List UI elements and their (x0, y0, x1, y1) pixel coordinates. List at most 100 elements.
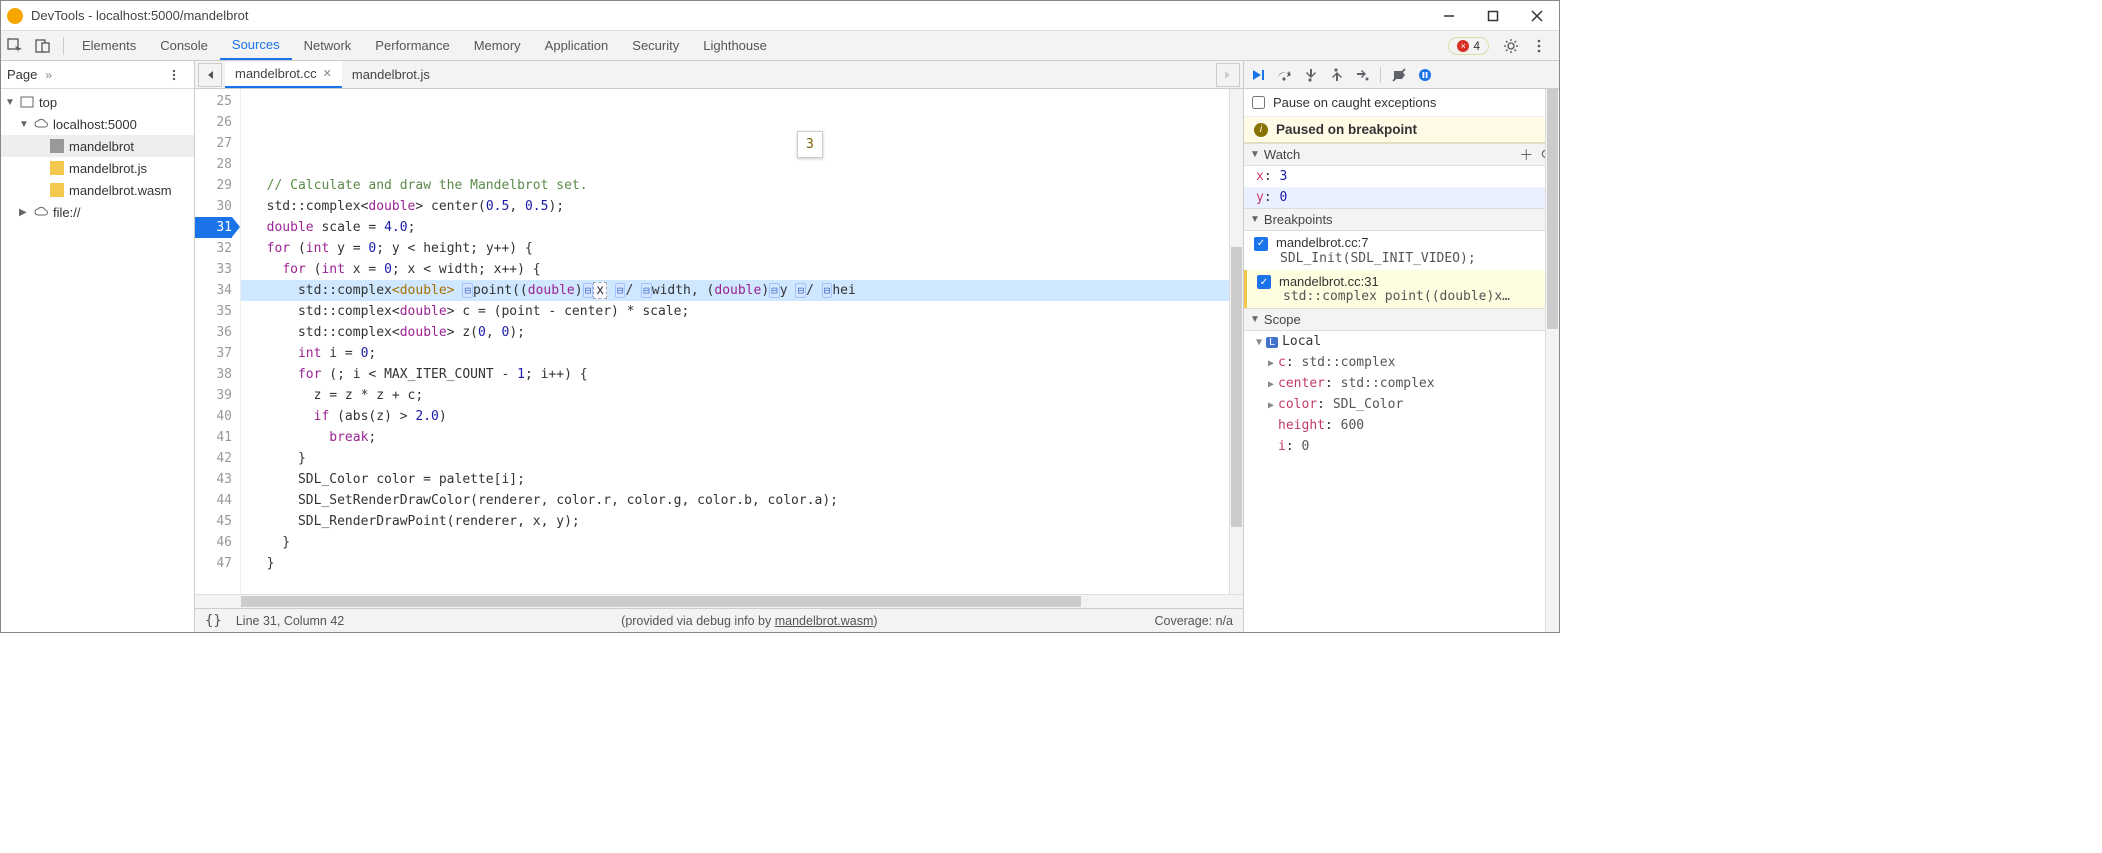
breakpoint-item[interactable]: ✓mandelbrot.cc:7SDL_Init(SDL_INIT_VIDEO)… (1244, 231, 1559, 270)
cursor-position: Line 31, Column 42 (236, 614, 344, 628)
error-count: 4 (1473, 39, 1480, 53)
navigator-tab-page[interactable]: Page (7, 67, 37, 82)
panel-tab-lighthouse[interactable]: Lighthouse (691, 31, 779, 60)
code-line[interactable]: double scale = 4.0; (241, 217, 1229, 238)
close-icon[interactable]: ✕ (323, 67, 332, 80)
watch-item[interactable]: y: 0 (1244, 187, 1559, 208)
tree-file-mandelbrot-js[interactable]: mandelbrot.js (1, 157, 194, 179)
code-line[interactable]: z = z * z + c; (241, 385, 1229, 406)
coverage-status: Coverage: n/a (1154, 614, 1233, 628)
step-out-icon[interactable] (1326, 65, 1346, 85)
value-tooltip: 3 (797, 131, 823, 158)
code-line[interactable]: } (241, 448, 1229, 469)
cloud-icon (34, 205, 48, 219)
code-line[interactable]: int i = 0; (241, 343, 1229, 364)
nav-prev-icon[interactable] (198, 63, 222, 87)
panel-tab-network[interactable]: Network (292, 31, 364, 60)
titlebar: DevTools - localhost:5000/mandelbrot (1, 1, 1559, 31)
minimize-button[interactable] (1427, 1, 1471, 31)
code-line[interactable]: SDL_Color color = palette[i]; (241, 469, 1229, 490)
tree-file-mandelbrot-wasm[interactable]: mandelbrot.wasm (1, 179, 194, 201)
step-over-icon[interactable] (1274, 65, 1294, 85)
pause-exceptions-icon[interactable] (1415, 65, 1435, 85)
tree-file-mandelbrot[interactable]: mandelbrot (1, 135, 194, 157)
code-line[interactable]: SDL_SetRenderDrawColor(renderer, color.r… (241, 490, 1229, 511)
deactivate-breakpoints-icon[interactable] (1389, 65, 1409, 85)
code-line[interactable]: break; (241, 427, 1229, 448)
scope-variable[interactable]: ▶center: std::complex (1244, 373, 1559, 394)
scope-variable[interactable]: ▶height: 600 (1244, 415, 1559, 436)
panel-tab-elements[interactable]: Elements (70, 31, 148, 60)
scope-local[interactable]: ▼LLocal (1244, 331, 1559, 352)
code-line[interactable]: std::complex<double> center(0.5, 0.5); (241, 196, 1229, 217)
code-editor[interactable]: 3 // Calculate and draw the Mandelbrot s… (241, 89, 1229, 594)
maximize-button[interactable] (1471, 1, 1515, 31)
navigator-menu-icon[interactable] (161, 62, 187, 88)
pretty-print-icon[interactable]: {} (205, 613, 222, 629)
main-toolbar: ElementsConsoleSourcesNetworkPerformance… (1, 31, 1559, 61)
scope-variable[interactable]: ▶color: SDL_Color (1244, 394, 1559, 415)
panel-tab-console[interactable]: Console (148, 31, 220, 60)
code-line[interactable]: } (241, 553, 1229, 574)
code-line[interactable]: SDL_RenderDrawPoint(renderer, x, y); (241, 511, 1229, 532)
panel-tab-application[interactable]: Application (533, 31, 621, 60)
info-icon: i (1254, 123, 1268, 137)
panel-tab-sources[interactable]: Sources (220, 31, 292, 60)
line-gutter[interactable]: 2526272829303132333435363738394041424344… (195, 89, 241, 594)
tree-top-frame[interactable]: ▼ top (1, 91, 194, 113)
panel-tab-performance[interactable]: Performance (363, 31, 461, 60)
file-tab-mandelbrot-cc[interactable]: mandelbrot.cc ✕ (225, 61, 342, 88)
breakpoint-checkbox[interactable]: ✓ (1254, 237, 1268, 251)
code-line[interactable]: for (int y = 0; y < height; y++) { (241, 238, 1229, 259)
code-line[interactable]: std::complex<double> z(0, 0); (241, 322, 1229, 343)
tree-domain[interactable]: ▼ localhost:5000 (1, 113, 194, 135)
editor-area: mandelbrot.cc ✕ mandelbrot.js 2526272829… (195, 61, 1243, 632)
file-tabs: mandelbrot.cc ✕ mandelbrot.js (195, 61, 1243, 89)
settings-icon[interactable] (1498, 33, 1524, 59)
debug-source-link[interactable]: mandelbrot.wasm (775, 614, 874, 628)
code-line[interactable] (241, 154, 1229, 175)
navigator-header: Page » (1, 61, 194, 89)
navigator-more-tabs[interactable]: » (45, 68, 160, 82)
tree-file-scheme[interactable]: ▶ file:// (1, 201, 194, 223)
code-line[interactable]: // Calculate and draw the Mandelbrot set… (241, 175, 1229, 196)
watch-section-header[interactable]: ▼Watch ＋ ⟳ (1244, 143, 1559, 166)
scope-variable[interactable]: ▶i: 0 (1244, 436, 1559, 457)
pause-on-caught-checkbox[interactable] (1252, 96, 1265, 109)
breakpoints-section-header[interactable]: ▼Breakpoints (1244, 208, 1559, 231)
close-button[interactable] (1515, 1, 1559, 31)
code-line[interactable]: if (abs(z) > 2.0) (241, 406, 1229, 427)
editor-horizontal-scrollbar[interactable] (241, 595, 1229, 608)
window-title: DevTools - localhost:5000/mandelbrot (31, 8, 1427, 23)
panel-tab-memory[interactable]: Memory (462, 31, 533, 60)
watch-item[interactable]: x: 3 (1244, 166, 1559, 187)
nav-next-icon[interactable] (1216, 63, 1240, 87)
code-line[interactable]: for (int x = 0; x < width; x++) { (241, 259, 1229, 280)
code-line[interactable]: } (241, 532, 1229, 553)
breakpoint-checkbox[interactable]: ✓ (1257, 275, 1271, 289)
wasm-icon (50, 183, 64, 197)
scope-variable[interactable]: ▶c: std::complex (1244, 352, 1559, 373)
script-icon (50, 161, 64, 175)
code-line[interactable]: std::complex<double> c = (point - center… (241, 301, 1229, 322)
file-tab-mandelbrot-js[interactable]: mandelbrot.js (342, 61, 440, 88)
debugger-scrollbar[interactable] (1545, 89, 1559, 632)
debugger-panel: Pause on caught exceptions i Paused on b… (1243, 61, 1559, 632)
breakpoint-item[interactable]: ✓mandelbrot.cc:31std::complex point((dou… (1244, 270, 1559, 309)
add-watch-icon[interactable]: ＋ (1519, 145, 1533, 165)
more-icon[interactable] (1526, 33, 1552, 59)
error-badge[interactable]: × 4 (1448, 37, 1489, 55)
scope-section-header[interactable]: ▼Scope (1244, 308, 1559, 331)
resume-icon[interactable] (1248, 65, 1268, 85)
code-line[interactable]: for (; i < MAX_ITER_COUNT - 1; i++) { (241, 364, 1229, 385)
pause-on-caught-row: Pause on caught exceptions (1244, 89, 1559, 117)
step-icon[interactable] (1352, 65, 1372, 85)
inspect-element-icon[interactable] (2, 33, 28, 59)
device-toolbar-icon[interactable] (30, 33, 56, 59)
editor-vertical-scrollbar[interactable] (1229, 89, 1243, 594)
panel-tab-security[interactable]: Security (620, 31, 691, 60)
step-into-icon[interactable] (1300, 65, 1320, 85)
code-line[interactable] (241, 574, 1229, 594)
code-line[interactable]: std::complex<double> ⊟point((double)⊟x ⊟… (241, 280, 1229, 301)
devtools-window: DevTools - localhost:5000/mandelbrot Ele… (0, 0, 1560, 633)
